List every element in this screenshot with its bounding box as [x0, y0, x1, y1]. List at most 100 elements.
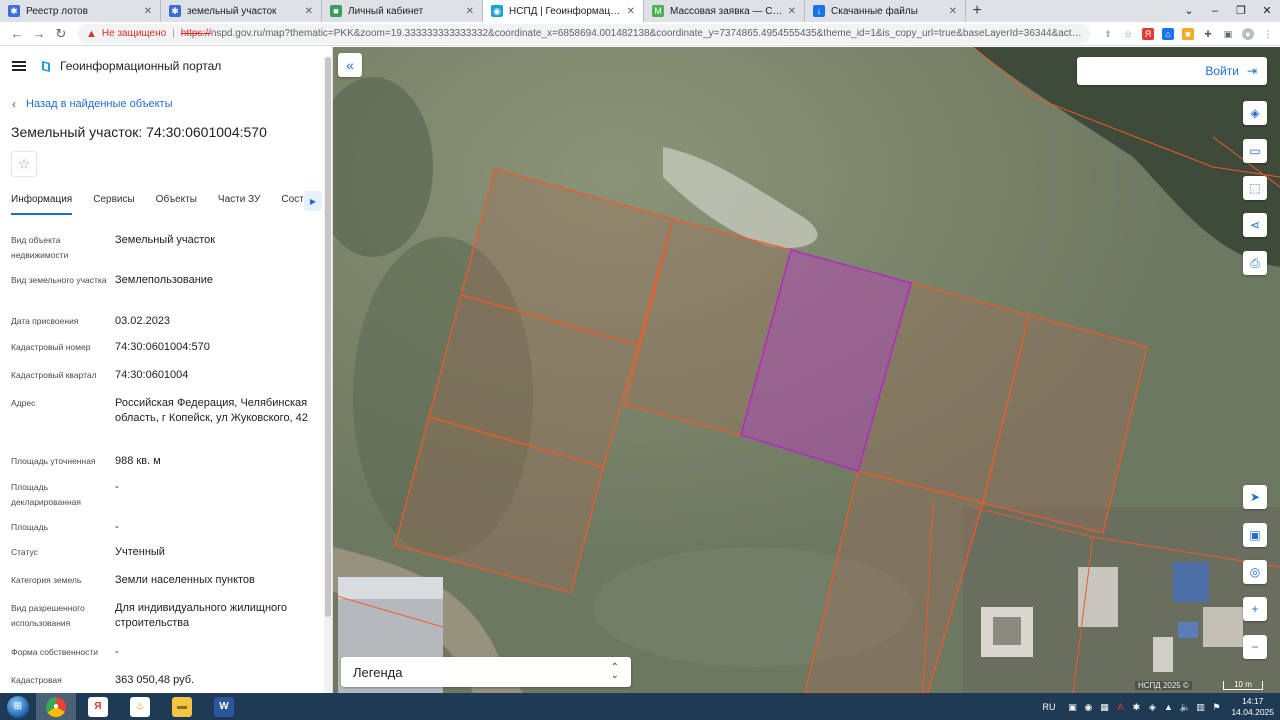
system-clock[interactable]: 14:17 14.04.2025 — [1231, 696, 1274, 718]
extension-icon[interactable]: ⌂ — [1162, 27, 1174, 40]
language-indicator[interactable]: RU — [1042, 702, 1055, 712]
zoom-out-button[interactable]: − — [1243, 635, 1267, 659]
legend-dropdown[interactable]: Легенда ⌃ ⌄ — [341, 657, 631, 687]
attribute-key: Кадастровый квартал — [11, 370, 97, 380]
close-icon[interactable]: ✕ — [949, 6, 957, 17]
chrome-icon: ● — [46, 696, 66, 717]
locate-button[interactable]: ➤ — [1243, 485, 1267, 509]
tray-app-icon[interactable]: ▲ — [1163, 702, 1173, 712]
taskbar-explorer[interactable]: ▬ — [162, 693, 202, 720]
sidepanel-icon[interactable]: ▣ — [1222, 28, 1234, 40]
tab-label: Личный кабинет — [348, 5, 424, 17]
globe-icon: ✱ — [8, 5, 20, 17]
login-icon: ⇥ — [1246, 64, 1257, 78]
taskbar-chrome[interactable]: ● — [36, 693, 76, 720]
url-scheme: https:// — [180, 28, 211, 39]
taskbar-java[interactable]: ♨ — [120, 693, 160, 720]
menu-icon[interactable] — [12, 61, 26, 71]
taskbar-yandex[interactable]: Я — [78, 693, 118, 720]
forward-icon[interactable]: → — [28, 26, 50, 41]
close-icon[interactable]: ✕ — [305, 6, 313, 17]
attribute-key: Категория земель — [11, 575, 82, 585]
acrobat-icon[interactable]: A — [1115, 702, 1125, 712]
browser-tab-0[interactable]: ✱ Реестр лотов ✕ — [0, 0, 161, 22]
close-icon[interactable]: ✕ — [466, 6, 474, 17]
ruler-icon: ▭ — [1249, 144, 1261, 158]
tabs-scroll-right-icon[interactable]: ▶ — [304, 191, 322, 211]
tray-app-icon[interactable]: ◈ — [1147, 702, 1157, 712]
print-button[interactable]: ⎙ — [1243, 251, 1267, 275]
maximize-icon[interactable]: ❐ — [1228, 0, 1254, 22]
network-icon[interactable]: ▥ — [1195, 702, 1205, 712]
attribute-value: Землепользование — [115, 274, 214, 286]
login-button[interactable]: Войти ⇥ — [1077, 57, 1267, 85]
back-icon[interactable]: ← — [6, 26, 28, 41]
select-area-icon: ⬚ — [1249, 181, 1261, 195]
browser-tab-3[interactable]: ◉ НСПД | Геоинформационный п ✕ — [483, 0, 644, 22]
bookmark-star-icon[interactable]: ☆ — [1122, 28, 1134, 40]
map-view[interactable]: « Войти ⇥ ◈ ▭ ⬚ ⋖ ⎙ ➤ ▣ ◎ + − Легенда ⌃ ⌄… — [333, 47, 1280, 693]
scrollbar-thumb[interactable] — [325, 57, 331, 617]
minimize-icon[interactable]: – — [1202, 0, 1228, 22]
yandex-icon[interactable]: Я — [1142, 27, 1154, 40]
tray-app-icon[interactable]: ✱ — [1131, 702, 1141, 712]
browser-tab-5[interactable]: ↓ Скачанные файлы ✕ — [805, 0, 966, 22]
volume-icon[interactable]: 🔈 — [1179, 702, 1190, 712]
extension-icon[interactable]: ■ — [1182, 27, 1194, 40]
globe-icon: ✱ — [169, 5, 181, 17]
tab-search-icon[interactable]: ⌄ — [1176, 0, 1202, 22]
attribute-value: - — [115, 646, 119, 658]
favorite-star-button[interactable]: ☆ — [11, 151, 37, 177]
close-icon[interactable]: ✕ — [788, 6, 796, 17]
close-icon[interactable]: ✕ — [144, 6, 152, 17]
layers-icon: ◈ — [1250, 106, 1260, 120]
tab-info[interactable]: Информация — [11, 187, 73, 215]
back-to-results-link[interactable]: ‹ Назад в найденные объекты — [12, 97, 173, 111]
measure-button[interactable]: ▭ — [1243, 139, 1267, 163]
attribute-value: Земельный участок — [115, 234, 216, 246]
minimap-button[interactable]: ▣ — [1243, 523, 1267, 547]
tab-label: Массовая заявка — Список за — [670, 5, 784, 17]
clock-time: 14:17 — [1242, 695, 1264, 706]
attribute-key: Кадастровый номер — [11, 342, 91, 352]
profile-icon[interactable]: ● — [1242, 27, 1254, 40]
tab-label: НСПД | Геоинформационный п — [509, 5, 623, 17]
tray-app-icon[interactable]: ◉ — [1083, 702, 1093, 712]
window-controls: ⌄ – ❐ ✕ — [1176, 0, 1280, 22]
java-icon: ♨ — [130, 696, 150, 717]
url-text: nspd.gov.ru/map?thematic=PKK&zoom=19.333… — [210, 28, 1082, 39]
start-button[interactable]: ⊞ — [0, 693, 36, 720]
panel-scrollbar[interactable] — [324, 57, 332, 693]
tray-app-icon[interactable]: ▣ — [1067, 702, 1077, 712]
attribute-key: Кадастровая — [11, 675, 62, 685]
geolocation-button[interactable]: ◎ — [1243, 560, 1267, 584]
select-area-button[interactable]: ⬚ — [1243, 176, 1267, 200]
puzzle-icon[interactable]: ✚ — [1202, 28, 1214, 40]
tray-app-icon[interactable]: ▦ — [1099, 702, 1109, 712]
warning-icon: ▲ — [86, 27, 97, 40]
flag-icon[interactable]: ⚑ — [1211, 702, 1221, 712]
browser-tab-2[interactable]: ■ Личный кабинет ✕ — [322, 0, 483, 22]
browser-tab-1[interactable]: ✱ земельный участок ✕ — [161, 0, 322, 22]
new-tab-button[interactable]: + — [966, 0, 988, 22]
menu-icon[interactable]: ⋮ — [1262, 28, 1274, 40]
url-field[interactable]: ▲ Не защищено | https:// nspd.gov.ru/map… — [78, 23, 1090, 44]
attribute-value: - — [115, 481, 119, 493]
zoom-in-button[interactable]: + — [1243, 597, 1267, 621]
windows-taskbar: ⊞ ● Я ♨ ▬ W RU ▣ ◉ ▦ A ✱ ◈ ▲ 🔈 ▥ ⚑ 14:17… — [0, 693, 1280, 720]
object-title: Земельный участок: 74:30:0601004:570 — [11, 124, 267, 140]
collapse-panel-button[interactable]: « — [338, 53, 362, 77]
reload-icon[interactable]: ↻ — [50, 26, 72, 42]
attribute-value: 363 050,48 руб. — [115, 674, 195, 686]
close-icon[interactable]: ✕ — [627, 6, 635, 17]
tab-services[interactable]: Сервисы — [93, 187, 134, 215]
close-window-icon[interactable]: ✕ — [1254, 0, 1280, 22]
share-button[interactable]: ⋖ — [1243, 213, 1267, 237]
layers-button[interactable]: ◈ — [1243, 101, 1267, 125]
tab-objects[interactable]: Объекты — [156, 187, 197, 215]
share-icon[interactable]: ⇪ — [1102, 28, 1114, 40]
back-label: Назад в найденные объекты — [26, 98, 173, 110]
taskbar-word[interactable]: W — [204, 693, 244, 720]
tab-parts[interactable]: Части ЗУ — [218, 187, 260, 215]
browser-tab-4[interactable]: M Массовая заявка — Список за ✕ — [644, 0, 805, 22]
